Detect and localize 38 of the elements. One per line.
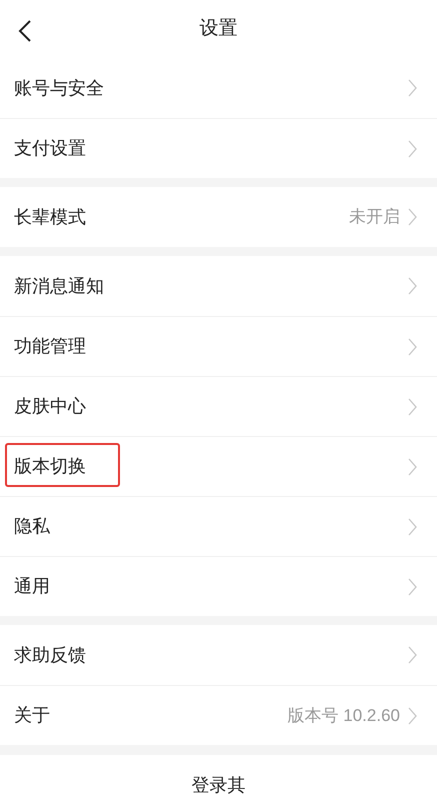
chevron-right-icon: [408, 140, 417, 158]
row-label: 隐私: [14, 515, 51, 538]
settings-row[interactable]: 关于 版本号 10.2.60: [0, 685, 437, 745]
chevron-right-icon: [408, 458, 417, 476]
settings-row[interactable]: 账号与安全: [0, 58, 437, 118]
settings-row[interactable]: 版本切换: [0, 436, 437, 496]
row-label: 关于: [14, 704, 51, 727]
row-value: 未开启: [349, 206, 400, 228]
row-label: 支付设置: [14, 137, 87, 160]
settings-row[interactable]: 隐私: [0, 496, 437, 556]
chevron-right-icon: [408, 578, 417, 596]
chevron-right-icon: [408, 706, 417, 724]
row-label: 版本切换: [14, 455, 87, 478]
chevron-right-icon: [408, 79, 417, 97]
page-title: 设置: [200, 16, 238, 41]
row-label: 新消息通知: [14, 274, 105, 298]
settings-row[interactable]: 功能管理: [0, 316, 437, 376]
settings-row[interactable]: 新消息通知: [0, 256, 437, 316]
chevron-right-icon: [408, 398, 417, 416]
back-icon[interactable]: [18, 20, 32, 42]
settings-row[interactable]: 支付设置: [0, 118, 437, 178]
row-label: 账号与安全: [14, 76, 105, 100]
chevron-right-icon: [408, 646, 417, 664]
row-label: 通用: [14, 575, 51, 598]
row-value: 版本号 10.2.60: [288, 704, 400, 727]
login-other-button[interactable]: 登录其: [192, 772, 246, 798]
chevron-right-icon: [408, 208, 417, 226]
settings-row[interactable]: 通用: [0, 556, 437, 616]
row-label: 功能管理: [14, 335, 87, 358]
chevron-right-icon: [408, 518, 417, 536]
settings-row[interactable]: 皮肤中心: [0, 376, 437, 436]
settings-row[interactable]: 长辈模式 未开启: [0, 187, 437, 247]
chevron-right-icon: [408, 277, 417, 295]
settings-row[interactable]: 求助反馈: [0, 625, 437, 685]
chevron-right-icon: [408, 338, 417, 356]
row-label: 长辈模式: [14, 206, 87, 228]
row-label: 皮肤中心: [14, 395, 87, 418]
row-label: 求助反馈: [14, 644, 87, 666]
